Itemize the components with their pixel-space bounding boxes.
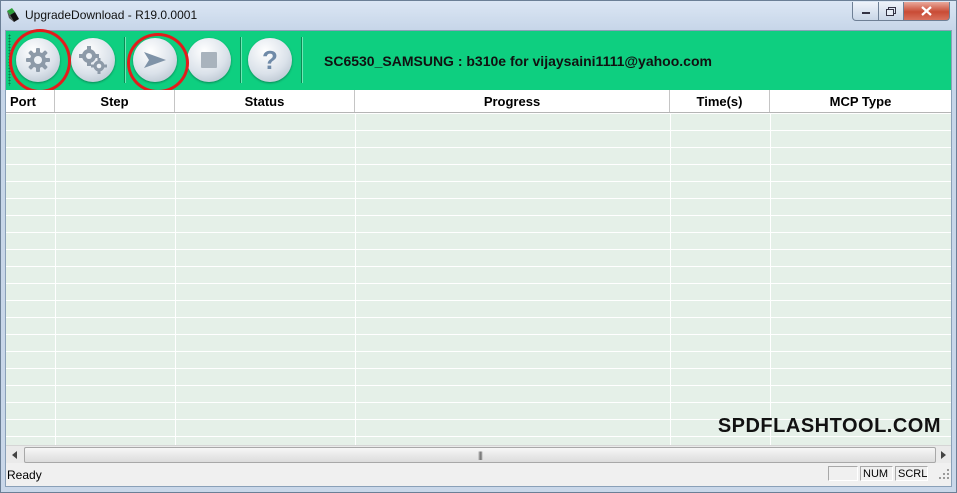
close-button[interactable]: [904, 2, 950, 21]
client-area: ? SC6530_SAMSUNG : b310e for vijaysaini1…: [5, 29, 952, 487]
help-button[interactable]: ?: [248, 38, 292, 82]
status-text: Ready: [7, 468, 42, 482]
minimize-button[interactable]: [852, 2, 879, 21]
num-lock-indicator: NUM: [860, 466, 893, 481]
app-icon: [7, 8, 19, 22]
column-header-mcp-type[interactable]: MCP Type: [770, 90, 951, 112]
question-icon: ?: [262, 44, 278, 75]
column-divider: [175, 113, 176, 445]
port-list[interactable]: Port Step Status Progress Time(s) MCP Ty…: [6, 90, 951, 445]
title-bar[interactable]: UpgradeDownload - R19.0.0001: [1, 1, 956, 30]
app-window: UpgradeDownload - R19.0.0001 ? SC6530_SA…: [0, 0, 957, 493]
scrollbar-thumb[interactable]: |||: [24, 447, 936, 463]
settings-button[interactable]: [71, 38, 115, 82]
status-bar: Ready NUM SCRL: [6, 463, 951, 485]
scroll-lock-indicator: SCRL: [895, 466, 928, 481]
scroll-left-button[interactable]: [6, 446, 23, 463]
toolbar-separator: [240, 37, 242, 83]
resize-grip-icon[interactable]: [938, 468, 950, 480]
column-header-step[interactable]: Step: [55, 90, 175, 112]
window-title: UpgradeDownload - R19.0.0001: [25, 8, 198, 22]
stop-download-button[interactable]: [187, 38, 231, 82]
stop-icon: [201, 52, 217, 68]
column-divider: [670, 113, 671, 445]
arrow-right-icon: [940, 450, 946, 459]
arrow-left-icon: [11, 450, 17, 459]
column-header-status[interactable]: Status: [175, 90, 355, 112]
scroll-right-button[interactable]: [934, 446, 951, 463]
window-controls: [852, 2, 950, 21]
column-header-port[interactable]: Port: [6, 90, 55, 112]
annotation-circle-1: [9, 29, 71, 93]
watermark: SPDFLASHTOOL.COM: [717, 415, 941, 437]
column-divider: [770, 113, 771, 445]
restore-icon: [886, 6, 896, 16]
maximize-button[interactable]: [879, 2, 904, 21]
thumb-grip: |||: [477, 450, 483, 460]
gears-icon: [79, 46, 107, 74]
column-divider: [55, 113, 56, 445]
status-pane-empty: [828, 466, 858, 481]
device-info: SC6530_SAMSUNG : b310e for vijaysaini111…: [324, 53, 712, 69]
table-header: Port Step Status Progress Time(s) MCP Ty…: [6, 90, 951, 113]
horizontal-scrollbar[interactable]: |||: [6, 445, 951, 463]
table-body: [6, 113, 951, 445]
column-header-time[interactable]: Time(s): [670, 90, 770, 112]
column-header-progress[interactable]: Progress: [355, 90, 670, 112]
minimize-icon: [861, 12, 870, 14]
close-icon: [921, 6, 932, 16]
annotation-circle-2: [127, 33, 189, 93]
toolbar-separator: [124, 37, 126, 83]
column-divider: [355, 113, 356, 445]
toolbar-separator: [301, 37, 303, 83]
